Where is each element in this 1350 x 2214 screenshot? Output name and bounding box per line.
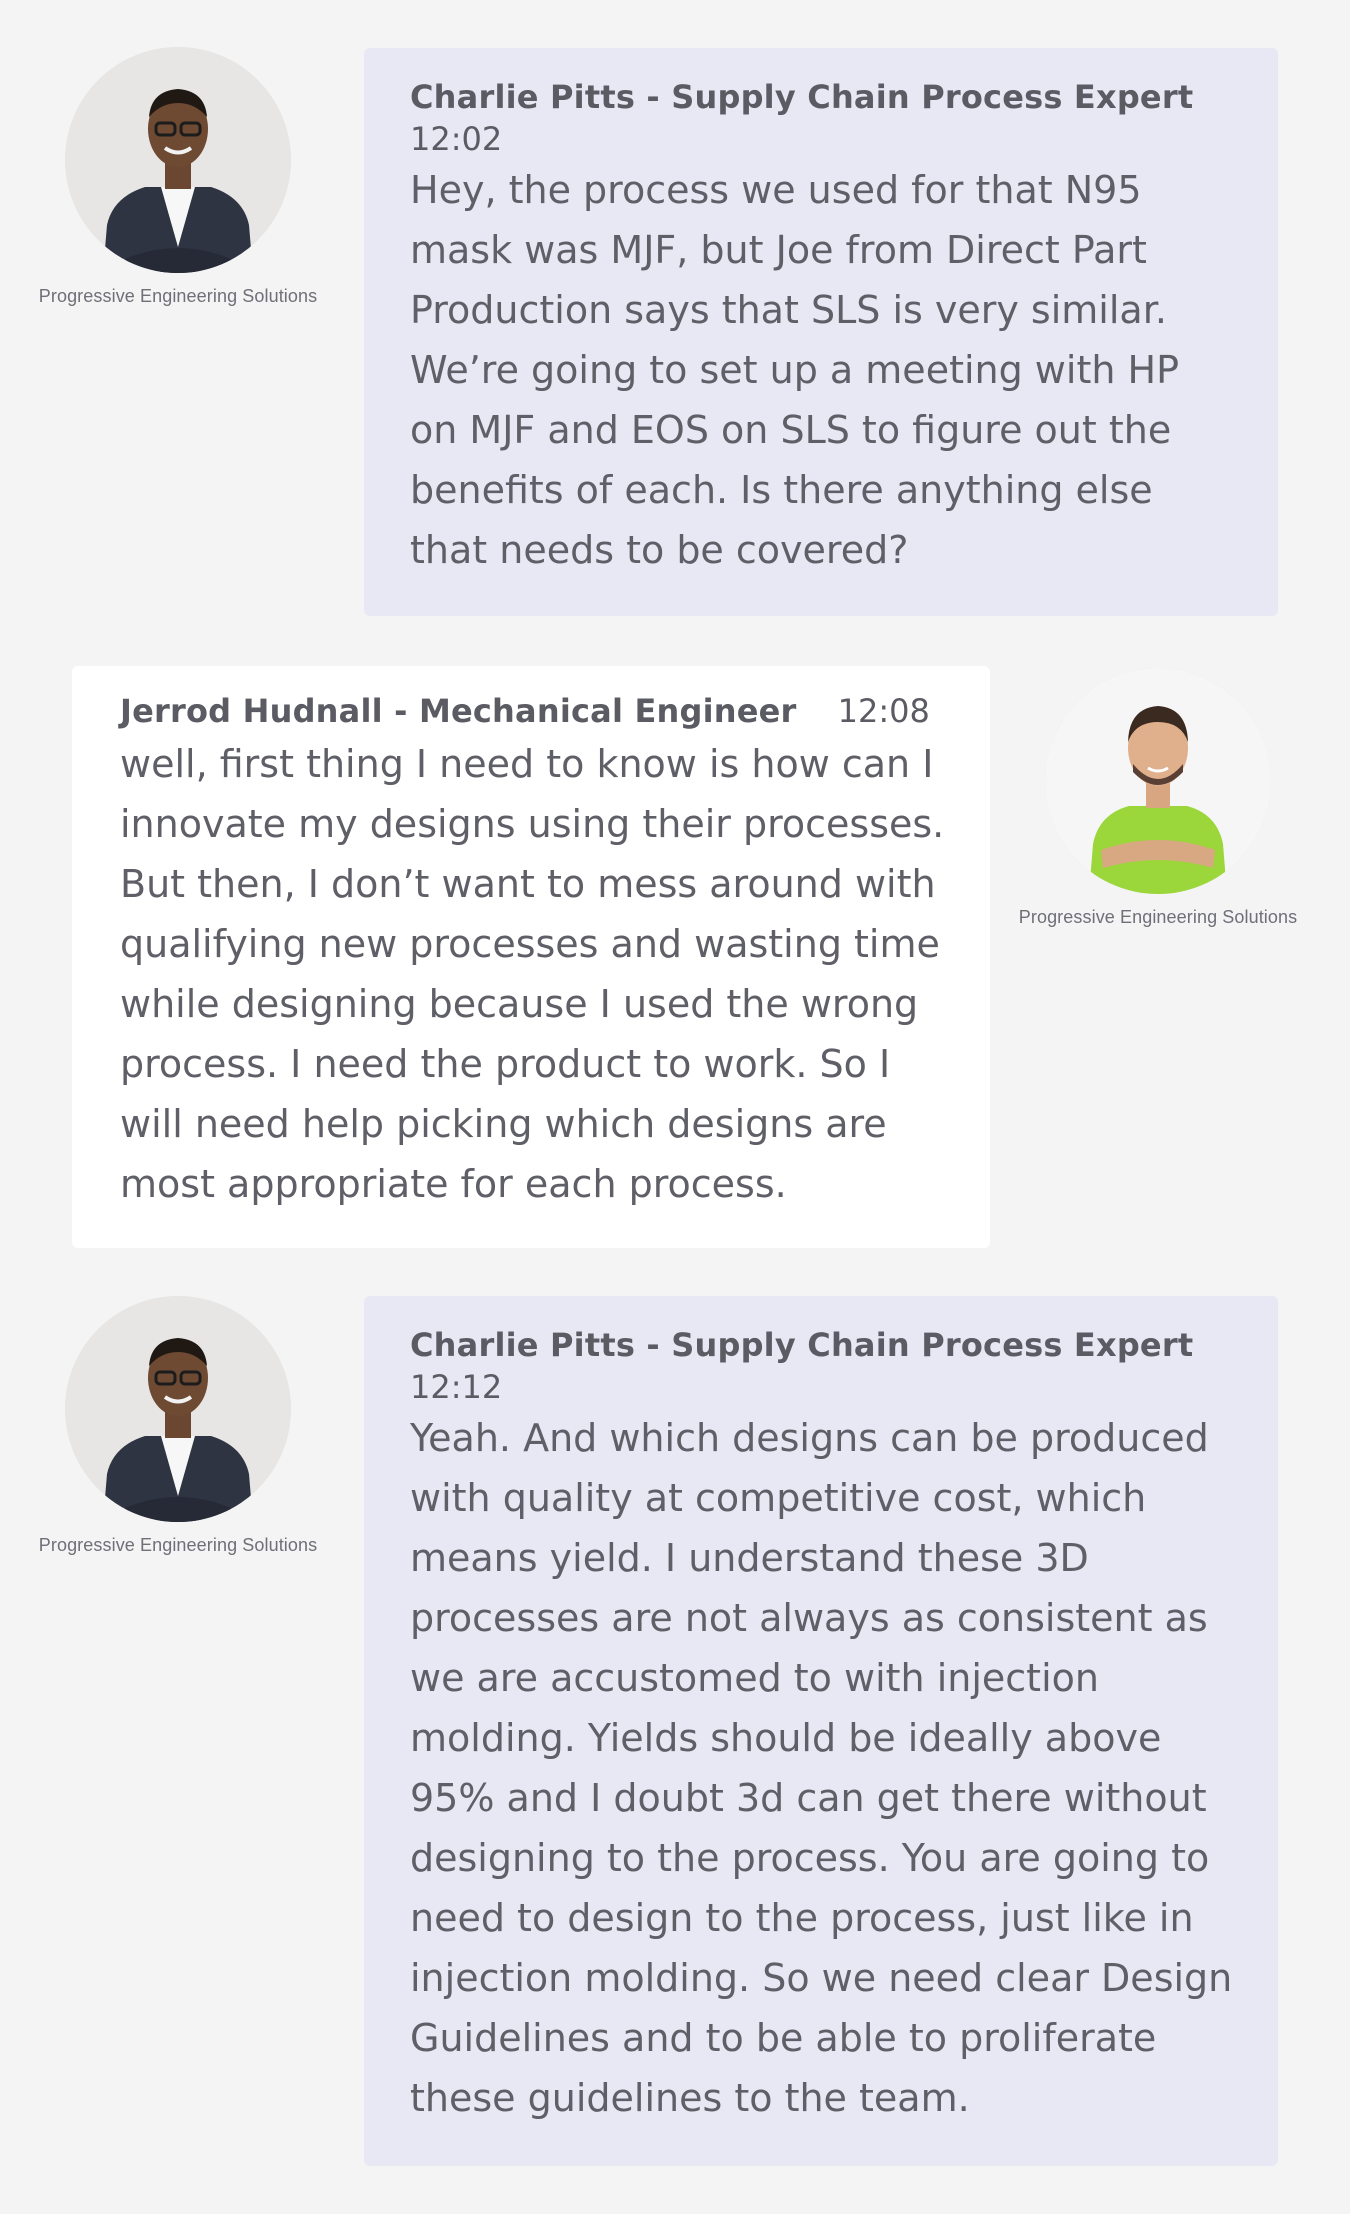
message-text: well, first thing I need to know is how … [120, 742, 945, 1206]
message-bubble[interactable]: Charlie Pitts - Supply Chain Process Exp… [364, 1296, 1278, 2166]
person-avatar-icon[interactable] [1045, 668, 1271, 894]
sender-name: Charlie Pitts - Supply Chain Process Exp… [410, 1326, 1194, 1364]
company-caption: Progressive Engineering Solutions [1018, 907, 1298, 927]
message-3-avatar-block: Progressive Engineering Solutions [28, 1296, 328, 1556]
company-caption: Progressive Engineering Solutions [38, 1535, 318, 1555]
message-text: Yeah. And which designs can be produced … [410, 1416, 1233, 2120]
person-avatar-icon[interactable] [65, 1296, 291, 1522]
message-bubble[interactable]: Charlie Pitts - Supply Chain Process Exp… [364, 48, 1278, 616]
company-caption: Progressive Engineering Solutions [38, 286, 318, 306]
message-text: Hey, the process we used for that N95 ma… [410, 168, 1179, 572]
message-header: Jerrod Hudnall - Mechanical Engineer 12:… [120, 692, 950, 730]
sender-name: Charlie Pitts - Supply Chain Process Exp… [410, 78, 1194, 116]
message-timestamp: 12:08 [837, 692, 930, 730]
message-timestamp: 12:12 [410, 1368, 503, 1406]
message-1-avatar-block: Progressive Engineering Solutions [28, 47, 328, 307]
sender-name: Jerrod Hudnall - Mechanical Engineer [120, 692, 797, 730]
message-timestamp: 12:02 [410, 120, 503, 158]
message-2-avatar-block: Progressive Engineering Solutions [1008, 668, 1308, 928]
message-bubble[interactable]: Jerrod Hudnall - Mechanical Engineer 12:… [72, 666, 990, 1248]
person-avatar-icon[interactable] [65, 47, 291, 273]
